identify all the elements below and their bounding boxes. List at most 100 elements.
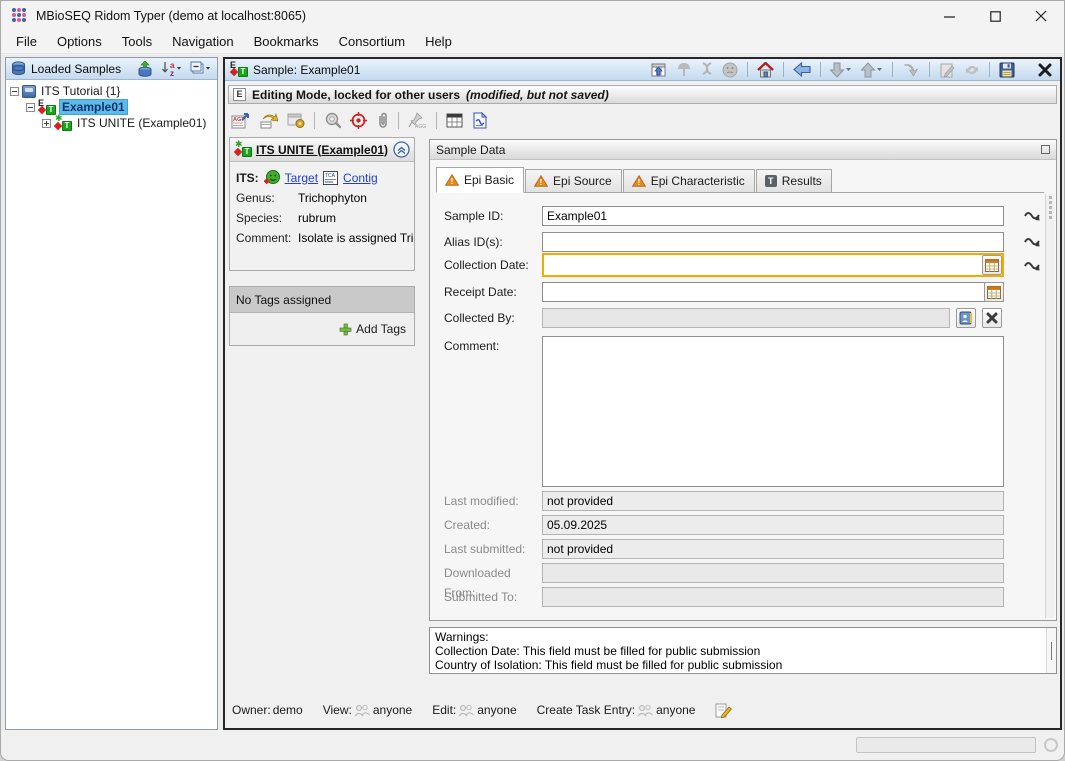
collected-by-contacts-button[interactable] bbox=[956, 308, 976, 328]
tab-epi-source[interactable]: ! Epi Source bbox=[525, 169, 622, 192]
previous-sample-button[interactable] bbox=[861, 62, 883, 78]
edit-entry-button[interactable] bbox=[939, 62, 955, 78]
menu-consortium[interactable]: Consortium bbox=[329, 31, 415, 53]
tab-results[interactable]: T Results bbox=[756, 169, 832, 192]
refresh-button[interactable] bbox=[964, 62, 980, 78]
receipt-date-calendar-button[interactable] bbox=[984, 282, 1004, 302]
minimize-icon bbox=[944, 11, 955, 22]
warning-triangle-icon: ! bbox=[632, 175, 646, 187]
report-button[interactable] bbox=[472, 112, 487, 129]
field-history-icon[interactable] bbox=[1024, 259, 1042, 273]
sample-view-toolbar bbox=[650, 62, 1055, 78]
warning-triangle-icon: ! bbox=[445, 174, 459, 186]
dna-view-button[interactable] bbox=[701, 62, 713, 78]
results-icon: T bbox=[765, 175, 777, 187]
maximize-icon bbox=[990, 11, 1001, 22]
collapse-toggle-icon[interactable] bbox=[26, 103, 35, 112]
editing-mode-bar: E Editing Mode, locked for other users (… bbox=[228, 85, 1057, 104]
collapse-summary-button[interactable] bbox=[393, 141, 410, 158]
collected-by-clear-button[interactable] bbox=[982, 308, 1002, 328]
alias-id-input[interactable] bbox=[542, 232, 1004, 252]
edit-page-icon bbox=[939, 62, 955, 78]
processing-status-button[interactable] bbox=[324, 112, 341, 129]
tree-view-button[interactable] bbox=[676, 62, 692, 77]
collection-date-calendar-button[interactable] bbox=[982, 255, 1002, 275]
svg-text:!: ! bbox=[540, 178, 543, 187]
tree-task-label[interactable]: ITS UNITE (Example01) bbox=[75, 116, 208, 130]
minimize-button[interactable] bbox=[926, 1, 972, 31]
sample-data-panel: Sample Data ! Epi Basic ! bbox=[429, 139, 1057, 621]
close-view-button[interactable] bbox=[1038, 63, 1052, 77]
submitted-to-label: Submitted To: bbox=[444, 587, 540, 607]
table-settings-icon bbox=[287, 112, 305, 128]
comment-label: Comment: bbox=[444, 336, 540, 356]
tree-row-sample[interactable]: ET Example01 bbox=[6, 99, 217, 115]
sample-id-input[interactable]: Example01 bbox=[542, 206, 1004, 226]
task-summary-title-link[interactable]: ITS UNITE (Example01) bbox=[256, 143, 388, 157]
tree-sample-label[interactable]: Example01 bbox=[59, 99, 128, 115]
warning-triangle-icon: ! bbox=[534, 175, 548, 187]
field-history-icon[interactable] bbox=[1024, 209, 1042, 223]
tab-label: Results bbox=[782, 174, 822, 188]
field-history-icon[interactable] bbox=[1024, 235, 1042, 249]
tab-epi-basic[interactable]: ! Epi Basic bbox=[436, 167, 524, 193]
menu-options[interactable]: Options bbox=[47, 31, 112, 53]
maximize-button[interactable] bbox=[972, 1, 1018, 31]
maximize-panel-button[interactable] bbox=[1041, 145, 1050, 154]
close-window-button[interactable] bbox=[1018, 1, 1064, 31]
next-sample-button[interactable] bbox=[830, 62, 852, 78]
save-button[interactable] bbox=[999, 62, 1015, 78]
svg-text:!: ! bbox=[637, 178, 640, 187]
svg-text:TCA: TCA bbox=[325, 173, 336, 179]
downloaded-from-label: Downloaded From: bbox=[444, 563, 540, 583]
menu-help[interactable]: Help bbox=[415, 31, 462, 53]
collapse-toggle-icon[interactable] bbox=[10, 87, 19, 96]
import-samples-button[interactable] bbox=[137, 61, 154, 77]
edit-permissions-button[interactable] bbox=[715, 702, 732, 718]
table-settings-button[interactable] bbox=[287, 112, 305, 128]
pin-table-button[interactable] bbox=[650, 62, 667, 78]
jump-into-button[interactable] bbox=[902, 62, 920, 77]
attachments-button[interactable] bbox=[376, 112, 389, 129]
activity-indicator-icon bbox=[1044, 738, 1058, 752]
warnings-title: Warnings: bbox=[435, 630, 1042, 644]
collapse-tree-button[interactable] bbox=[190, 61, 212, 76]
main-area: Loaded Samples a z bbox=[1, 55, 1064, 730]
genus-row: Genus: Trichophyton bbox=[230, 185, 414, 205]
exchange-data-button[interactable] bbox=[259, 112, 278, 129]
comment-textarea[interactable] bbox=[542, 336, 1004, 487]
sequence-editor-button[interactable]: AGT bbox=[231, 112, 250, 129]
warnings-scrollbar[interactable] bbox=[1046, 628, 1056, 673]
form-splitter-handle[interactable] bbox=[1045, 194, 1054, 618]
progress-bar bbox=[856, 737, 1036, 753]
menu-bookmarks[interactable]: Bookmarks bbox=[244, 31, 329, 53]
tree-project-label[interactable]: ITS Tutorial {1} bbox=[39, 84, 122, 98]
created-label: Created: bbox=[444, 515, 540, 535]
allele-pin-button[interactable]: AGG bbox=[408, 112, 427, 129]
face-status-button[interactable] bbox=[722, 62, 738, 78]
menu-tools[interactable]: Tools bbox=[112, 31, 162, 53]
target-link[interactable]: Target bbox=[285, 171, 318, 185]
sort-button[interactable]: a z bbox=[161, 61, 183, 77]
collection-date-input[interactable] bbox=[542, 253, 1004, 277]
home-button[interactable] bbox=[757, 62, 774, 78]
tab-epi-characteristic[interactable]: ! Epi Characteristic bbox=[623, 169, 755, 192]
app-window: MBioSEQ Ridom Typer (demo at localhost:8… bbox=[0, 0, 1065, 761]
group-icon bbox=[458, 704, 475, 717]
refresh-icon bbox=[964, 62, 980, 78]
warnings-box: Warnings: Collection Date: This field mu… bbox=[429, 627, 1057, 674]
back-button[interactable] bbox=[793, 62, 811, 77]
sample-view-header: ET Sample: Example01 bbox=[225, 59, 1060, 81]
result-table-button[interactable] bbox=[446, 113, 463, 128]
expand-toggle-icon[interactable] bbox=[42, 119, 51, 128]
menu-navigation[interactable]: Navigation bbox=[162, 31, 243, 53]
menu-file[interactable]: File bbox=[6, 31, 47, 53]
target-definition-button[interactable] bbox=[350, 112, 367, 129]
edit-pencil-icon bbox=[715, 702, 732, 718]
add-tags-button[interactable]: Add Tags bbox=[356, 322, 406, 336]
receipt-date-input[interactable] bbox=[542, 282, 1004, 302]
contig-link[interactable]: Contig bbox=[343, 171, 378, 185]
tree-row-task[interactable]: ✱T ITS UNITE (Example01) bbox=[6, 115, 217, 131]
submitted-to-value bbox=[542, 587, 1004, 607]
loaded-samples-header: Loaded Samples a z bbox=[6, 58, 217, 80]
